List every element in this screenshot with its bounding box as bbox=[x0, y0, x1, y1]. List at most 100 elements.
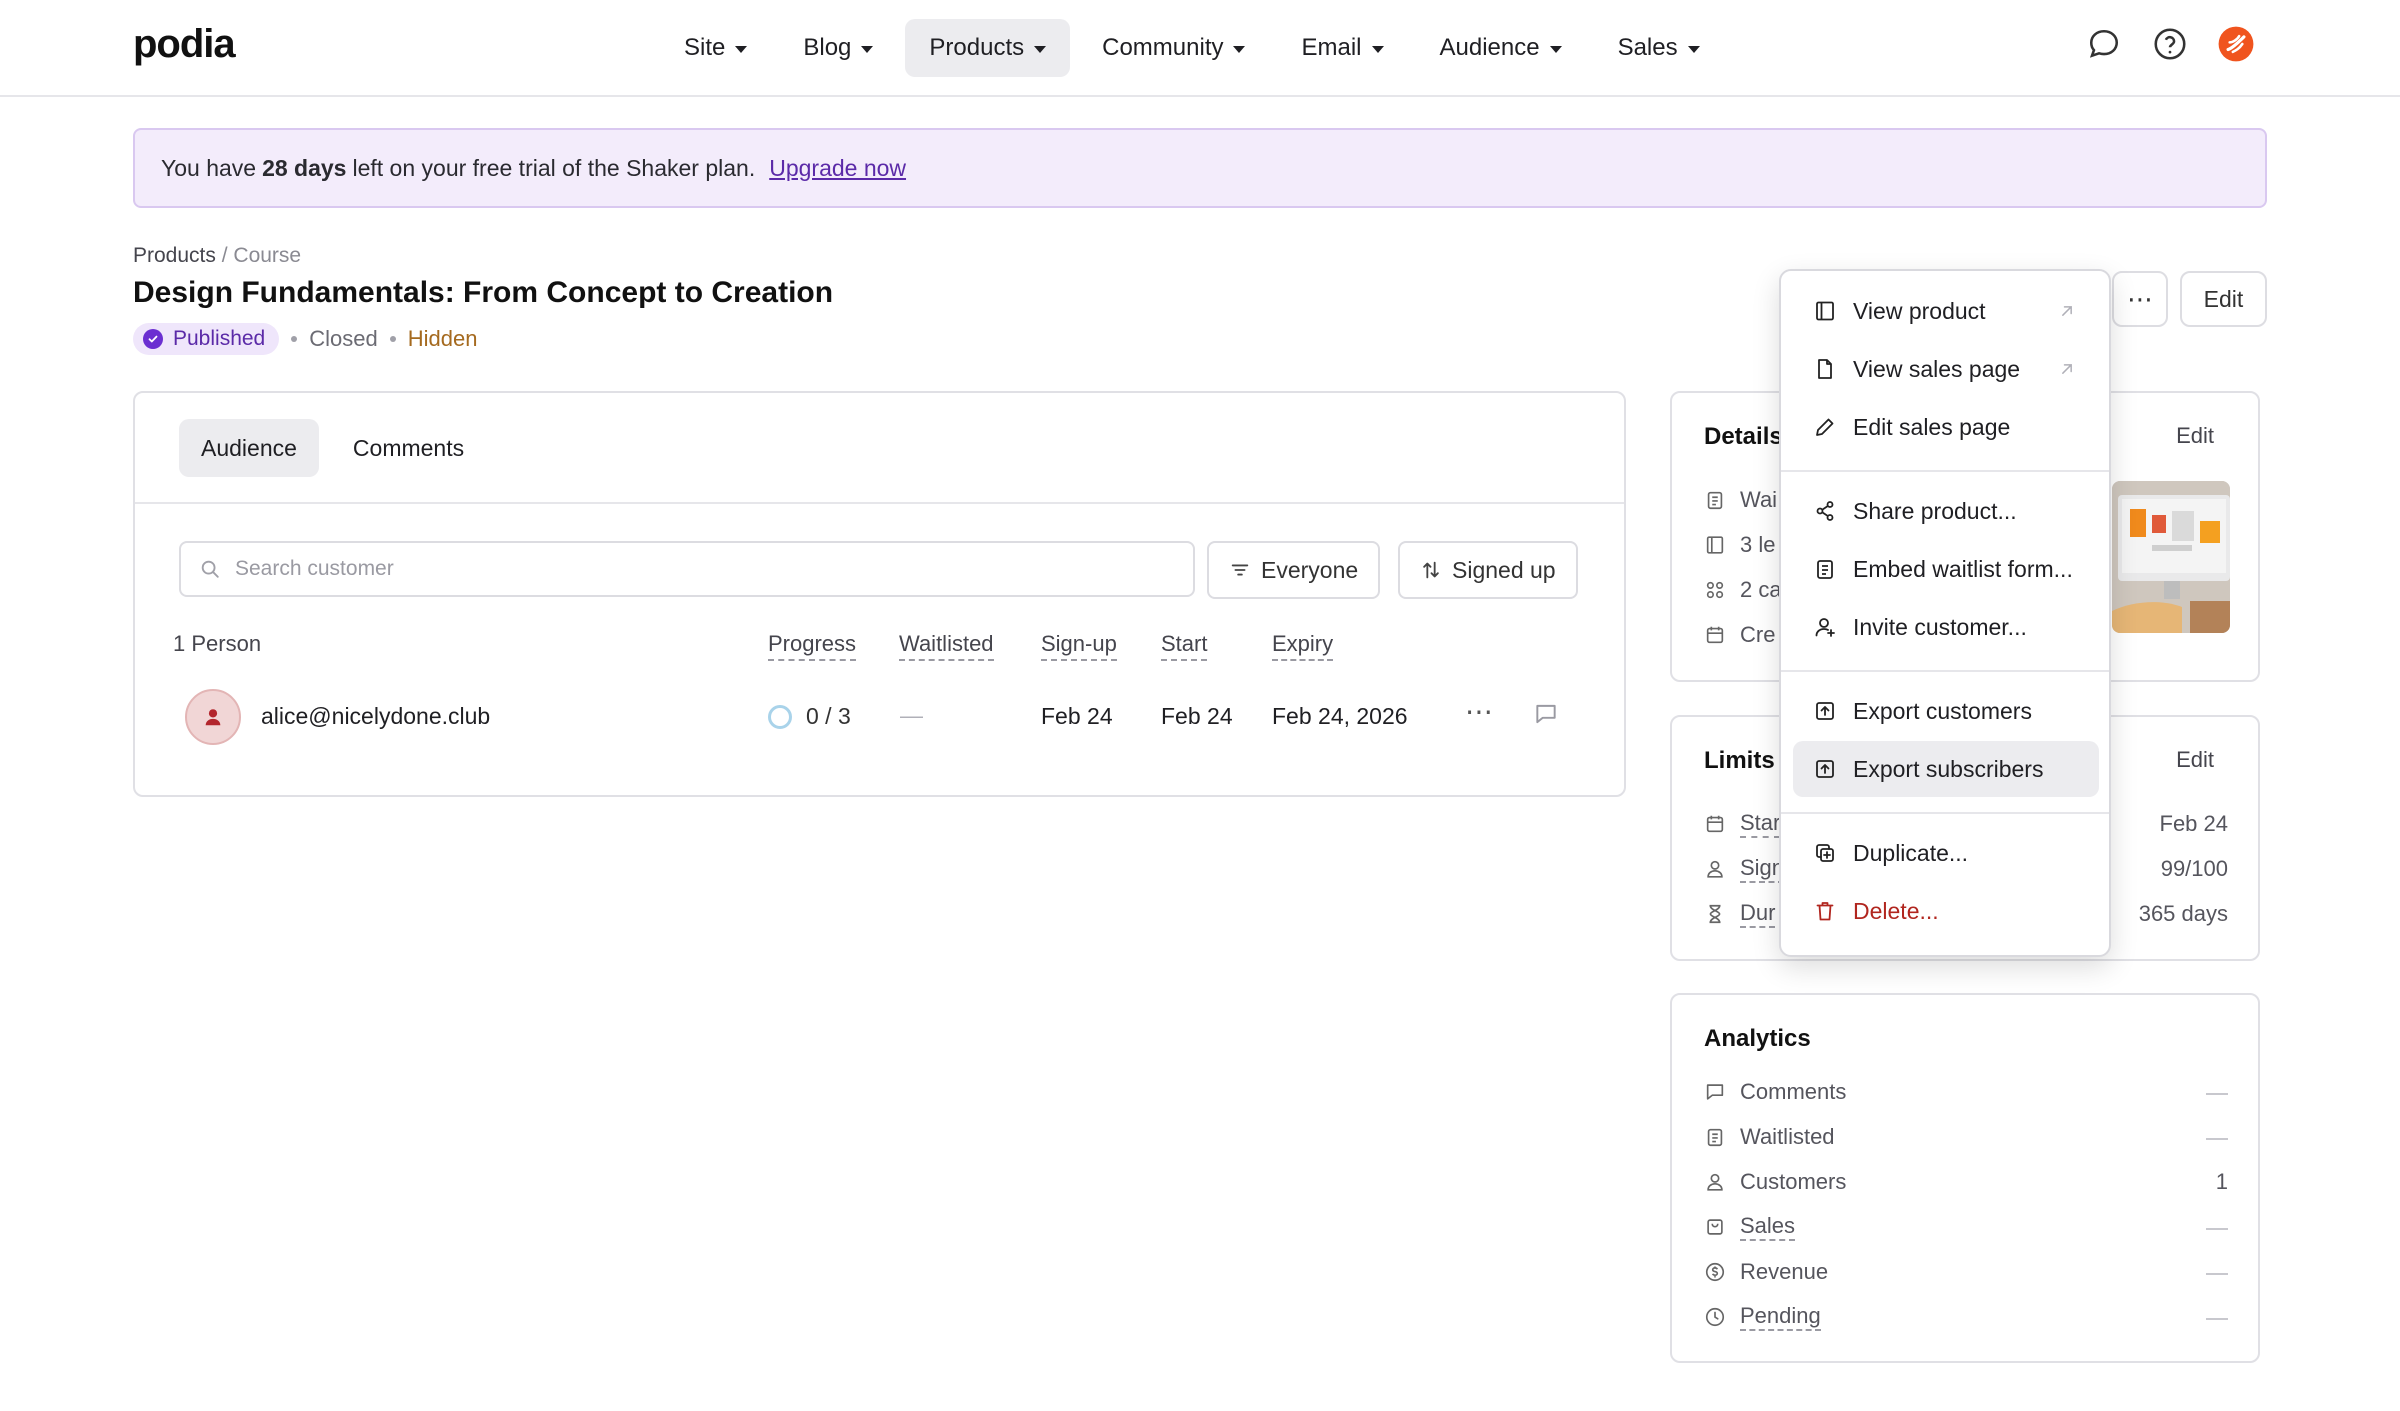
nav-item-email[interactable]: Email bbox=[1277, 19, 1407, 77]
edit-product-button[interactable]: Edit bbox=[2180, 271, 2267, 327]
more-actions-button[interactable]: ⋯ bbox=[2112, 271, 2168, 327]
menu-item-label: View sales page bbox=[1853, 355, 2021, 382]
tab-audience[interactable]: Audience bbox=[179, 419, 319, 477]
menu-item-embed-waitlist-form[interactable]: Embed waitlist form... bbox=[1793, 541, 2099, 597]
signup-date: Feb 24 bbox=[1041, 703, 1113, 729]
analytics-row-comments: Comments bbox=[1704, 1077, 1846, 1107]
menu-item-share-product[interactable]: Share product... bbox=[1793, 483, 2099, 539]
analytics-row-label: Comments bbox=[1740, 1079, 1847, 1104]
menu-item-export-customers[interactable]: Export customers bbox=[1793, 683, 2099, 739]
panel-tabs: Audience Comments bbox=[179, 419, 486, 477]
details-edit-link[interactable]: Edit bbox=[2176, 423, 2214, 449]
search-customer-box bbox=[179, 541, 1195, 597]
column-header-progress[interactable]: Progress bbox=[768, 631, 857, 661]
analytics-sales-value-empty bbox=[2206, 1228, 2228, 1230]
limits-row-duration: Dur bbox=[1704, 899, 1776, 929]
product-actions-menu: View product View sales page Edit sales … bbox=[1779, 269, 2111, 957]
chevron-down-icon bbox=[1371, 45, 1384, 53]
breadcrumb: Products / Course bbox=[133, 244, 301, 268]
nav-item-label: Community bbox=[1102, 34, 1224, 61]
nav-item-products[interactable]: Products bbox=[905, 19, 1071, 77]
analytics-revenue-value-empty bbox=[2206, 1273, 2228, 1275]
analytics-customers-value: 1 bbox=[2215, 1169, 2228, 1194]
nav-item-label: Email bbox=[1301, 34, 1362, 61]
row-more-options-icon[interactable]: ⋯ bbox=[1465, 695, 1493, 728]
hourglass-icon bbox=[1709, 904, 1721, 924]
limits-row-label: Dur bbox=[1740, 900, 1776, 928]
analytics-card-title: Analytics bbox=[1704, 1025, 1811, 1052]
details-row-label: Wai bbox=[1740, 487, 1778, 512]
nav-item-site[interactable]: Site bbox=[660, 19, 771, 77]
tab-comments[interactable]: Comments bbox=[331, 419, 486, 477]
hidden-status: Hidden bbox=[407, 326, 478, 351]
separator-dot bbox=[291, 336, 298, 342]
check-circle-icon bbox=[143, 329, 163, 349]
help-circle-icon[interactable] bbox=[2151, 25, 2189, 63]
sort-button[interactable]: Signed up bbox=[1398, 541, 1578, 599]
sort-arrows-icon bbox=[1423, 561, 1439, 579]
trash-icon bbox=[1816, 902, 1834, 921]
pencil-icon bbox=[1816, 418, 1834, 436]
comment-icon bbox=[1706, 1084, 1724, 1100]
limits-duration-value: 365 days bbox=[2138, 901, 2228, 926]
chevron-down-icon bbox=[1549, 45, 1562, 53]
details-row-label: Cre bbox=[1740, 622, 1776, 647]
menu-item-export-subscribers[interactable]: Export subscribers bbox=[1793, 741, 2099, 797]
audience-panel: Audience Comments Everyone Signed up 1 P… bbox=[133, 391, 1626, 797]
breadcrumb-separator: / bbox=[221, 244, 228, 267]
breadcrumb-products-link[interactable]: Products bbox=[133, 244, 216, 267]
external-link-arrow-icon bbox=[2062, 364, 2072, 374]
account-avatar-icon[interactable] bbox=[2217, 25, 2255, 63]
column-header-start[interactable]: Start bbox=[1161, 631, 1208, 661]
top-navigation-bar: podia Site Blog Products Community Email… bbox=[0, 0, 2400, 97]
column-header-expiry[interactable]: Expiry bbox=[1272, 631, 1334, 661]
analytics-card: Analytics Comments Waitlisted Customers … bbox=[1670, 993, 2260, 1363]
search-customer-input[interactable] bbox=[235, 557, 1135, 581]
chat-bubble-icon[interactable] bbox=[2085, 25, 2123, 63]
upgrade-now-link[interactable]: Upgrade now bbox=[769, 155, 906, 182]
calendar-icon bbox=[1706, 626, 1724, 644]
menu-item-view-product[interactable]: View product bbox=[1793, 283, 2099, 339]
nav-item-community[interactable]: Community bbox=[1078, 19, 1269, 77]
chevron-down-icon bbox=[1687, 45, 1700, 53]
trial-banner: You have 28 days left on your free trial… bbox=[133, 128, 2267, 208]
comment-icon[interactable] bbox=[1533, 701, 1559, 732]
limits-signups-value: 99/100 bbox=[2160, 856, 2228, 881]
document-icon bbox=[1818, 359, 1832, 379]
limits-row-label: Sign bbox=[1740, 855, 1785, 883]
nav-item-blog[interactable]: Blog bbox=[779, 19, 897, 77]
nav-item-label: Blog bbox=[803, 34, 852, 61]
segment-filter-label: Everyone bbox=[1261, 556, 1359, 583]
limits-edit-link[interactable]: Edit bbox=[2176, 747, 2214, 773]
customer-progress: 0 / 3 bbox=[768, 703, 851, 730]
chevron-down-icon bbox=[735, 45, 748, 53]
details-row-label: 2 ca bbox=[1740, 577, 1782, 602]
column-header-signup[interactable]: Sign-up bbox=[1041, 631, 1117, 661]
nav-item-sales[interactable]: Sales bbox=[1594, 19, 1724, 77]
analytics-row-label: Customers bbox=[1740, 1169, 1847, 1194]
analytics-waitlisted-value-empty bbox=[2206, 1138, 2228, 1140]
menu-item-label: Invite customer... bbox=[1853, 613, 2027, 640]
nav-item-audience[interactable]: Audience bbox=[1416, 19, 1586, 77]
sort-label: Signed up bbox=[1452, 556, 1556, 583]
menu-item-edit-sales-page[interactable]: Edit sales page bbox=[1793, 399, 2099, 455]
menu-item-invite-customer[interactable]: Invite customer... bbox=[1793, 599, 2099, 655]
menu-item-duplicate[interactable]: Duplicate... bbox=[1793, 825, 2099, 881]
menu-item-label: Embed waitlist form... bbox=[1853, 555, 2073, 582]
dollar-circle-icon bbox=[1705, 1262, 1725, 1282]
menu-item-view-sales-page[interactable]: View sales page bbox=[1793, 341, 2099, 397]
podia-logo[interactable]: podia bbox=[133, 22, 236, 67]
menu-divider bbox=[1781, 470, 2109, 472]
menu-item-delete[interactable]: Delete... bbox=[1793, 883, 2099, 939]
separator-dot bbox=[389, 336, 396, 342]
customer-email[interactable]: alice@nicelydone.club bbox=[261, 703, 490, 730]
chevron-down-icon bbox=[861, 45, 874, 53]
user-icon bbox=[205, 709, 221, 726]
published-status-badge: Published bbox=[133, 323, 280, 355]
limits-row-label: Star bbox=[1740, 810, 1781, 838]
main-nav: Site Blog Products Community Email Audie… bbox=[660, 19, 1724, 77]
analytics-comments-value-empty bbox=[2206, 1093, 2228, 1095]
column-header-waitlisted[interactable]: Waitlisted bbox=[899, 631, 994, 661]
segment-filter-button[interactable]: Everyone bbox=[1207, 541, 1381, 599]
page-title: Design Fundamentals: From Concept to Cre… bbox=[133, 276, 834, 309]
